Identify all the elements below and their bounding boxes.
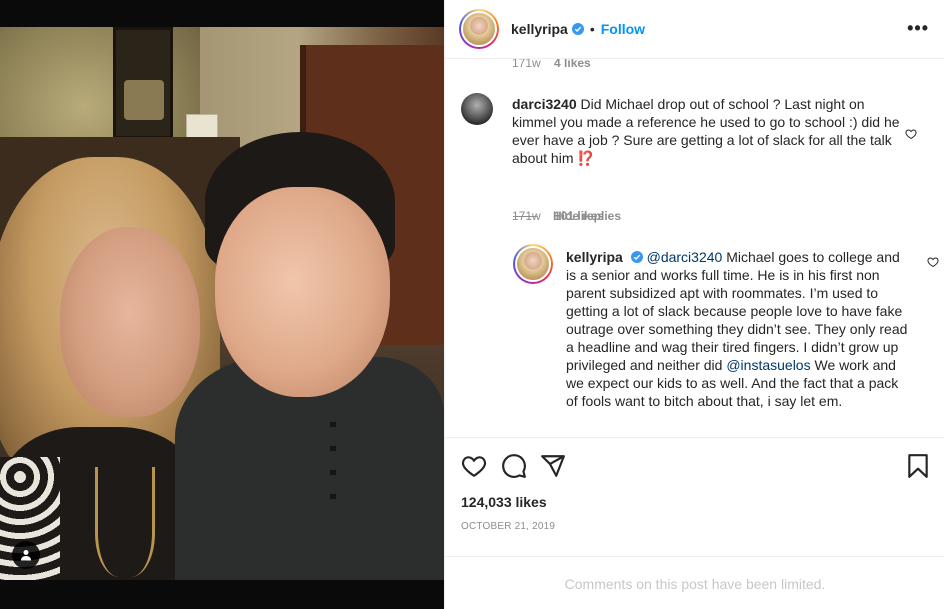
comment-likes[interactable]: 4 likes bbox=[554, 59, 591, 70]
reply-text: Michael goes to college and is a senior … bbox=[566, 249, 908, 373]
reply-like-icon[interactable] bbox=[927, 256, 939, 268]
comment-bubble-icon[interactable] bbox=[501, 453, 527, 479]
post-date[interactable]: OCTOBER 21, 2019 bbox=[461, 521, 555, 532]
photo-person-face bbox=[60, 227, 200, 417]
header-separator: • bbox=[589, 21, 595, 37]
verified-badge-icon bbox=[630, 251, 643, 263]
reply-mention[interactable]: @darci3240 bbox=[647, 249, 723, 265]
hide-replies-line bbox=[513, 215, 537, 217]
heart-icon[interactable] bbox=[461, 453, 487, 479]
paper-plane-icon[interactable] bbox=[540, 453, 566, 479]
photo-second-person-face bbox=[215, 187, 390, 397]
photo-necklace bbox=[95, 467, 155, 577]
comment-age: 171w bbox=[512, 59, 541, 70]
hide-replies-button[interactable]: Hide replies bbox=[513, 209, 621, 223]
comments-list[interactable]: 171w 4 likes darci3240 Did Michael drop … bbox=[445, 59, 944, 437]
post-likes-count[interactable]: 124,033 likes bbox=[461, 494, 547, 510]
previous-comment-meta: 171w 4 likes bbox=[512, 59, 591, 70]
comment-like-icon[interactable] bbox=[905, 128, 917, 140]
commenter-username[interactable]: darci3240 bbox=[512, 96, 577, 112]
photo-painting bbox=[113, 27, 173, 139]
author-username[interactable]: kellyripa bbox=[511, 21, 568, 37]
bookmark-icon[interactable] bbox=[905, 453, 931, 479]
reply-mention[interactable]: @instasuelos bbox=[726, 357, 810, 373]
post-photo[interactable] bbox=[0, 27, 444, 580]
follow-button[interactable]: Follow bbox=[601, 21, 645, 37]
comments-limited-notice: Comments on this post have been limited. bbox=[445, 556, 944, 609]
comment-body: darci3240 Did Michael drop out of school… bbox=[512, 95, 907, 167]
commenter-avatar[interactable] bbox=[461, 93, 493, 125]
author-avatar[interactable] bbox=[459, 9, 499, 49]
post-media bbox=[0, 0, 444, 609]
hide-replies-label: Hide replies bbox=[553, 209, 622, 223]
post-header: kellyripa • Follow ••• bbox=[445, 0, 944, 59]
reply-username[interactable]: kellyripa bbox=[566, 249, 623, 265]
post-actions: 124,033 likes OCTOBER 21, 2019 Comments … bbox=[445, 437, 944, 609]
more-options-icon[interactable]: ••• bbox=[907, 18, 929, 39]
verified-badge-icon bbox=[571, 23, 584, 35]
post-sidebar: kellyripa • Follow ••• 171w 4 likes darc… bbox=[444, 0, 944, 609]
photo-shirt-buttons bbox=[330, 422, 336, 502]
reply-body: kellyripa @darci3240 Michael goes to col… bbox=[566, 248, 911, 410]
user-tag-icon[interactable] bbox=[12, 541, 40, 569]
reply-author-avatar[interactable] bbox=[513, 244, 553, 284]
